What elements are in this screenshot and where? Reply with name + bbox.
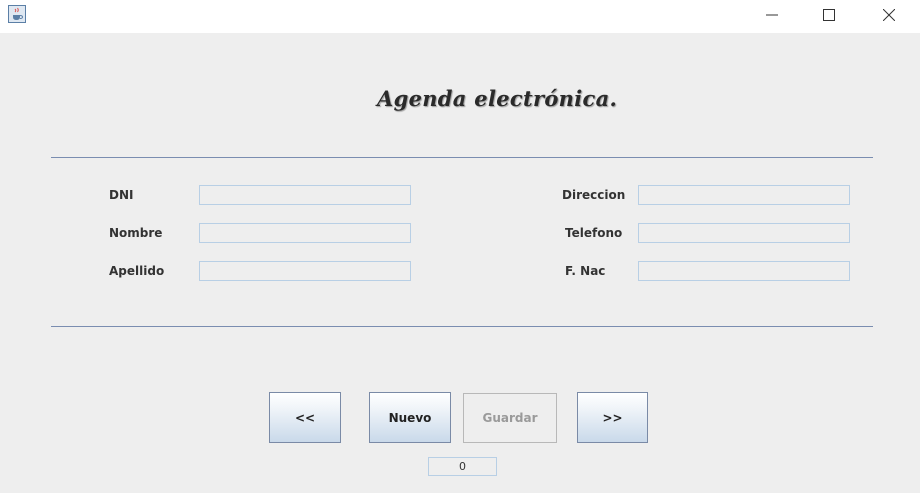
telefono-label: Telefono — [565, 226, 623, 240]
title-bar — [0, 0, 920, 33]
bottom-divider — [51, 326, 873, 327]
close-icon — [883, 9, 895, 21]
direccion-field[interactable] — [638, 185, 850, 205]
fecha-nacimiento-label: F. Nac — [565, 264, 606, 278]
top-divider — [51, 157, 873, 158]
dni-label: DNI — [109, 188, 134, 202]
new-button[interactable]: Nuevo — [369, 392, 451, 443]
telefono-field[interactable] — [638, 223, 850, 243]
record-counter: 0 — [428, 457, 497, 476]
java-cup-icon — [8, 5, 26, 23]
apellido-field[interactable] — [199, 261, 411, 281]
next-button[interactable]: >> — [577, 392, 648, 443]
maximize-icon — [823, 9, 835, 21]
page-title: Agenda electrónica. — [377, 86, 618, 111]
minimize-button[interactable] — [749, 0, 795, 30]
close-button[interactable] — [866, 0, 912, 30]
fecha-nacimiento-field[interactable] — [638, 261, 850, 281]
nombre-label: Nombre — [109, 226, 163, 240]
dni-field[interactable] — [199, 185, 411, 205]
nombre-field[interactable] — [199, 223, 411, 243]
maximize-button[interactable] — [806, 0, 852, 30]
minimize-icon — [766, 14, 778, 16]
direccion-label: Direccion — [562, 188, 626, 202]
save-button[interactable]: Guardar — [463, 393, 557, 443]
apellido-label: Apellido — [109, 264, 165, 278]
previous-button[interactable]: << — [269, 392, 341, 443]
